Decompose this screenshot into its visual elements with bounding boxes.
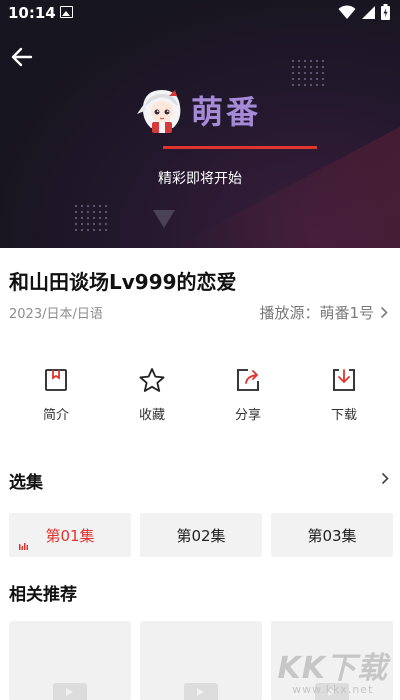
chevron-right-icon (380, 306, 388, 319)
status-time: 10:14 (8, 4, 56, 22)
episode-item-01[interactable]: 第01集 (9, 513, 131, 557)
mascot-logo-icon (137, 90, 181, 133)
episode-label: 第02集 (176, 526, 226, 545)
arrow-left-icon (11, 47, 33, 67)
wifi-icon (338, 4, 356, 19)
share-button[interactable]: 分享 (213, 367, 283, 423)
source-label: 播放源：萌番1号 (259, 304, 374, 322)
action-row: 简介 收藏 分享 下载 (0, 367, 400, 429)
status-bar: 10:14 (0, 0, 400, 26)
loading-progress-bar (163, 146, 317, 149)
back-button[interactable] (10, 45, 34, 69)
episode-item-03[interactable]: 第03集 (271, 513, 393, 557)
download-label: 下载 (330, 408, 357, 423)
star-icon (139, 368, 165, 392)
download-icon (333, 369, 355, 391)
episode-list: 第01集 第02集 第03集 (9, 513, 400, 557)
download-button[interactable]: 下载 (309, 367, 379, 423)
brand: 萌番 (135, 84, 261, 136)
loading-progress-fill (163, 146, 317, 149)
episode-item-02[interactable]: 第02集 (140, 513, 262, 557)
anime-meta: 2023/日本/日语 (9, 307, 103, 322)
decorative-dots (73, 203, 107, 231)
recommend-card[interactable] (140, 621, 262, 700)
loading-caption: 精彩即将开始 (158, 171, 242, 187)
watermark-main: KK下载 (277, 651, 388, 686)
signal-icon (362, 5, 375, 19)
favorite-label: 收藏 (138, 408, 165, 423)
video-player[interactable]: 10:14 萌番 精彩即将开始 (0, 0, 400, 248)
episode-label: 第01集 (45, 526, 95, 545)
status-icons (338, 4, 390, 20)
watermark: KK下载 www.kkx.net (278, 643, 389, 696)
recommend-card[interactable] (9, 621, 131, 700)
share-icon (237, 369, 259, 391)
image-notification-icon (60, 6, 73, 18)
intro-label: 简介 (42, 408, 69, 423)
brand-name: 萌番 (191, 93, 262, 131)
decorative-triangle (153, 210, 175, 228)
anime-title: 和山田谈场Lv999的恋爱 (9, 270, 237, 294)
favorite-button[interactable]: 收藏 (117, 367, 187, 423)
playing-equalizer-icon (19, 543, 28, 550)
episode-label: 第03集 (307, 526, 357, 545)
source-selector[interactable]: 播放源：萌番1号 (259, 302, 388, 323)
episodes-section-title: 选集 (9, 473, 43, 493)
episodes-more-chevron-icon[interactable] (381, 472, 389, 485)
intro-button[interactable]: 简介 (21, 367, 91, 423)
battery-icon (381, 4, 390, 20)
video-placeholder-icon (53, 683, 87, 700)
decorative-dots (290, 58, 324, 86)
share-label: 分享 (234, 408, 261, 423)
recommend-section-title: 相关推荐 (9, 585, 77, 605)
video-placeholder-icon (184, 683, 218, 700)
bookmark-icon (45, 369, 67, 391)
watermark-sub: www.kkx.net (292, 683, 374, 696)
